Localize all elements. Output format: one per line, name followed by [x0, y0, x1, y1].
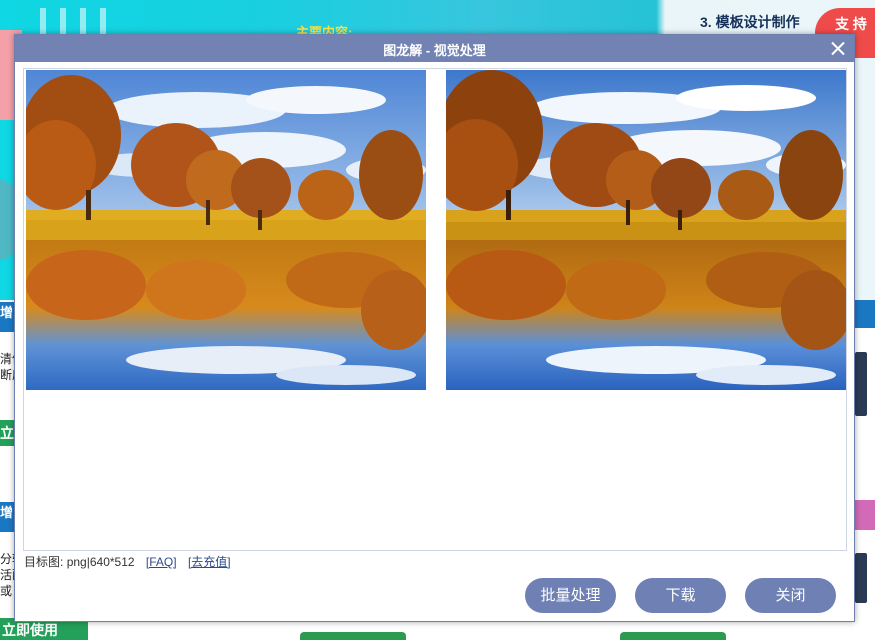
faq-link[interactable]: [FAQ]: [146, 555, 177, 569]
right-section-bar-1: [855, 300, 875, 328]
target-size: 640*512: [89, 555, 135, 569]
left-section-bar-2-text: 增: [0, 505, 14, 520]
autumn-lake-original-image: [26, 70, 426, 390]
recharge-link[interactable]: [去充值]: [188, 555, 231, 569]
use-now-button-3[interactable]: [620, 632, 726, 640]
batch-process-button[interactable]: 批量处理: [525, 578, 616, 613]
close-button[interactable]: 关闭: [745, 578, 836, 613]
left-section-bar-1: 增: [0, 302, 14, 332]
use-now-button-2[interactable]: [300, 632, 406, 640]
target-format: png: [66, 555, 87, 569]
processed-image: [446, 70, 846, 390]
dialog-header: 图龙解 - 视觉处理: [15, 35, 854, 62]
vision-processing-dialog: 图龙解 - 视觉处理 目标图: png|640*512 [FAQ] [去充值] …: [14, 34, 855, 622]
device-image-2: [855, 553, 867, 603]
left-section-bar-2: 增: [0, 502, 14, 532]
left-green-button[interactable]: 立: [0, 420, 14, 446]
banner-right-title: 3. 模板设计制作: [700, 14, 800, 30]
device-image-1: [855, 352, 867, 416]
dialog-title: 图龙解 - 视觉处理: [383, 43, 486, 58]
original-image: [26, 70, 426, 390]
download-button[interactable]: 下载: [635, 578, 726, 613]
autumn-lake-processed-image: [446, 70, 846, 390]
right-section-bar-2: [855, 500, 875, 530]
image-preview-area: [23, 68, 847, 551]
left-section-bar-1-text: 增: [0, 305, 14, 320]
close-icon[interactable]: [829, 40, 846, 57]
target-info-label: 目标图:: [24, 555, 64, 569]
target-info: 目标图: png|640*512 [FAQ] [去充值]: [24, 553, 231, 570]
left-snippet-5: 或: [0, 584, 13, 598]
